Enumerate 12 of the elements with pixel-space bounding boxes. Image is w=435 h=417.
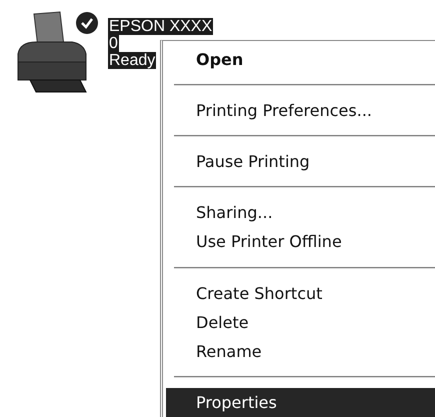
printer-label: 0 [108,35,119,52]
menu-item[interactable]: Create Shortcut [166,278,435,308]
menu-item[interactable]: Open [166,45,435,74]
menu-item[interactable]: Use Printer Offline [166,227,435,257]
printer-label: Ready [108,52,156,69]
menu-item[interactable]: Properties [166,388,435,417]
printer-label: EPSON XXXX [108,18,214,35]
menu-item[interactable]: Printing Preferences... [166,96,435,126]
menu-item[interactable]: Sharing... [166,198,435,228]
menu-item[interactable]: Rename [166,336,435,366]
menu-item[interactable]: Delete [166,308,435,337]
menu-item[interactable]: Pause Printing [166,147,435,176]
